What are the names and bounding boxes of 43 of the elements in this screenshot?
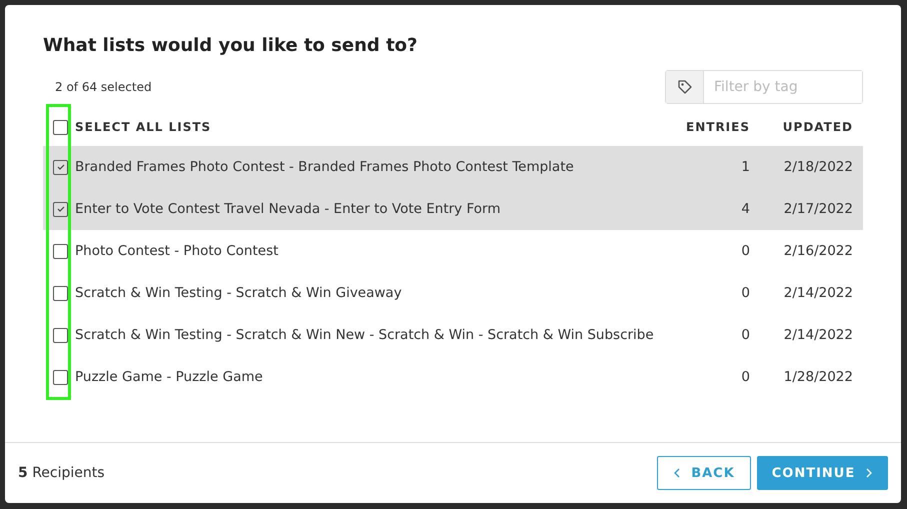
list-name: Photo Contest - Photo Contest (75, 243, 280, 259)
row-checkbox[interactable] (53, 286, 68, 300)
entries-cell-text: 0 (740, 243, 750, 259)
column-header: UPDATED (782, 120, 853, 134)
row-checkbox[interactable] (53, 202, 68, 216)
tag-icon (676, 79, 692, 95)
updated-cell-text: 2/14/2022 (782, 327, 853, 343)
select-all-checkbox[interactable] (53, 120, 68, 134)
list-row[interactable]: Photo Contest - Photo Contest 0 2/16/2022 (43, 230, 863, 272)
check-icon (56, 205, 66, 213)
entries-cell-text: 0 (740, 285, 750, 301)
row-checkbox[interactable] (53, 328, 68, 342)
list-row[interactable]: Puzzle Game - Puzzle Game 0 1/28/2022 (43, 356, 863, 398)
row-checkbox[interactable] (53, 244, 68, 258)
updated-cell-text: 2/14/2022 (782, 285, 853, 301)
list-row[interactable]: Branded Frames Photo Contest - Branded Frames Photo Contest Template 1 2/18/2022 (43, 146, 863, 188)
entries-cell-text: 1 (740, 159, 750, 175)
column-header: ENTRIES (685, 120, 750, 134)
list-name: Scratch & Win Testing - Scratch & Win New - Scratch & Win - Scratch & Win Subscribe (75, 327, 655, 343)
list-name: Puzzle Game - Puzzle Game (75, 369, 264, 385)
chevron-left-icon (673, 468, 682, 478)
list-name: Scratch & Win Testing - Scratch & Win Giveaway (75, 285, 403, 301)
select-all-label: SELECT ALL LISTS (75, 120, 212, 134)
updated-cell-text: 2/18/2022 (782, 159, 853, 175)
dialog-title: What lists would you like to send to? (43, 35, 418, 56)
entries-cell-text: 0 (740, 369, 750, 385)
list-row[interactable]: Scratch & Win Testing - Scratch & Win New - Scratch & Win - Scratch & Win Subscribe 0 2/14/2022 (43, 314, 863, 356)
tag-filter-field[interactable]: Filter by tag (665, 70, 863, 104)
row-checkbox[interactable] (53, 370, 68, 384)
selection-count: 2 of 64 selected (55, 80, 152, 94)
row-checkbox[interactable] (53, 160, 68, 174)
list-name: Enter to Vote Contest Travel Nevada - Enter to Vote Entry Form (75, 201, 502, 217)
list-name: Branded Frames Photo Contest - Branded Frames Photo Contest Template (75, 159, 575, 175)
entries-cell-text: 4 (740, 201, 750, 217)
chevron-right-icon (865, 468, 874, 478)
recipients-count: 5 Recipients (18, 465, 105, 481)
list-row[interactable]: Enter to Vote Contest Travel Nevada - Enter to Vote Entry Form 4 2/17/2022 (43, 188, 863, 230)
entries-cell-text: 0 (740, 327, 750, 343)
updated-cell-text: 1/28/2022 (782, 369, 853, 385)
list-row[interactable]: Scratch & Win Testing - Scratch & Win Giveaway 0 2/14/2022 (43, 272, 863, 314)
updated-cell-text: 2/17/2022 (782, 201, 853, 217)
updated-cell-text: 2/16/2022 (782, 243, 853, 259)
check-icon (56, 163, 66, 171)
